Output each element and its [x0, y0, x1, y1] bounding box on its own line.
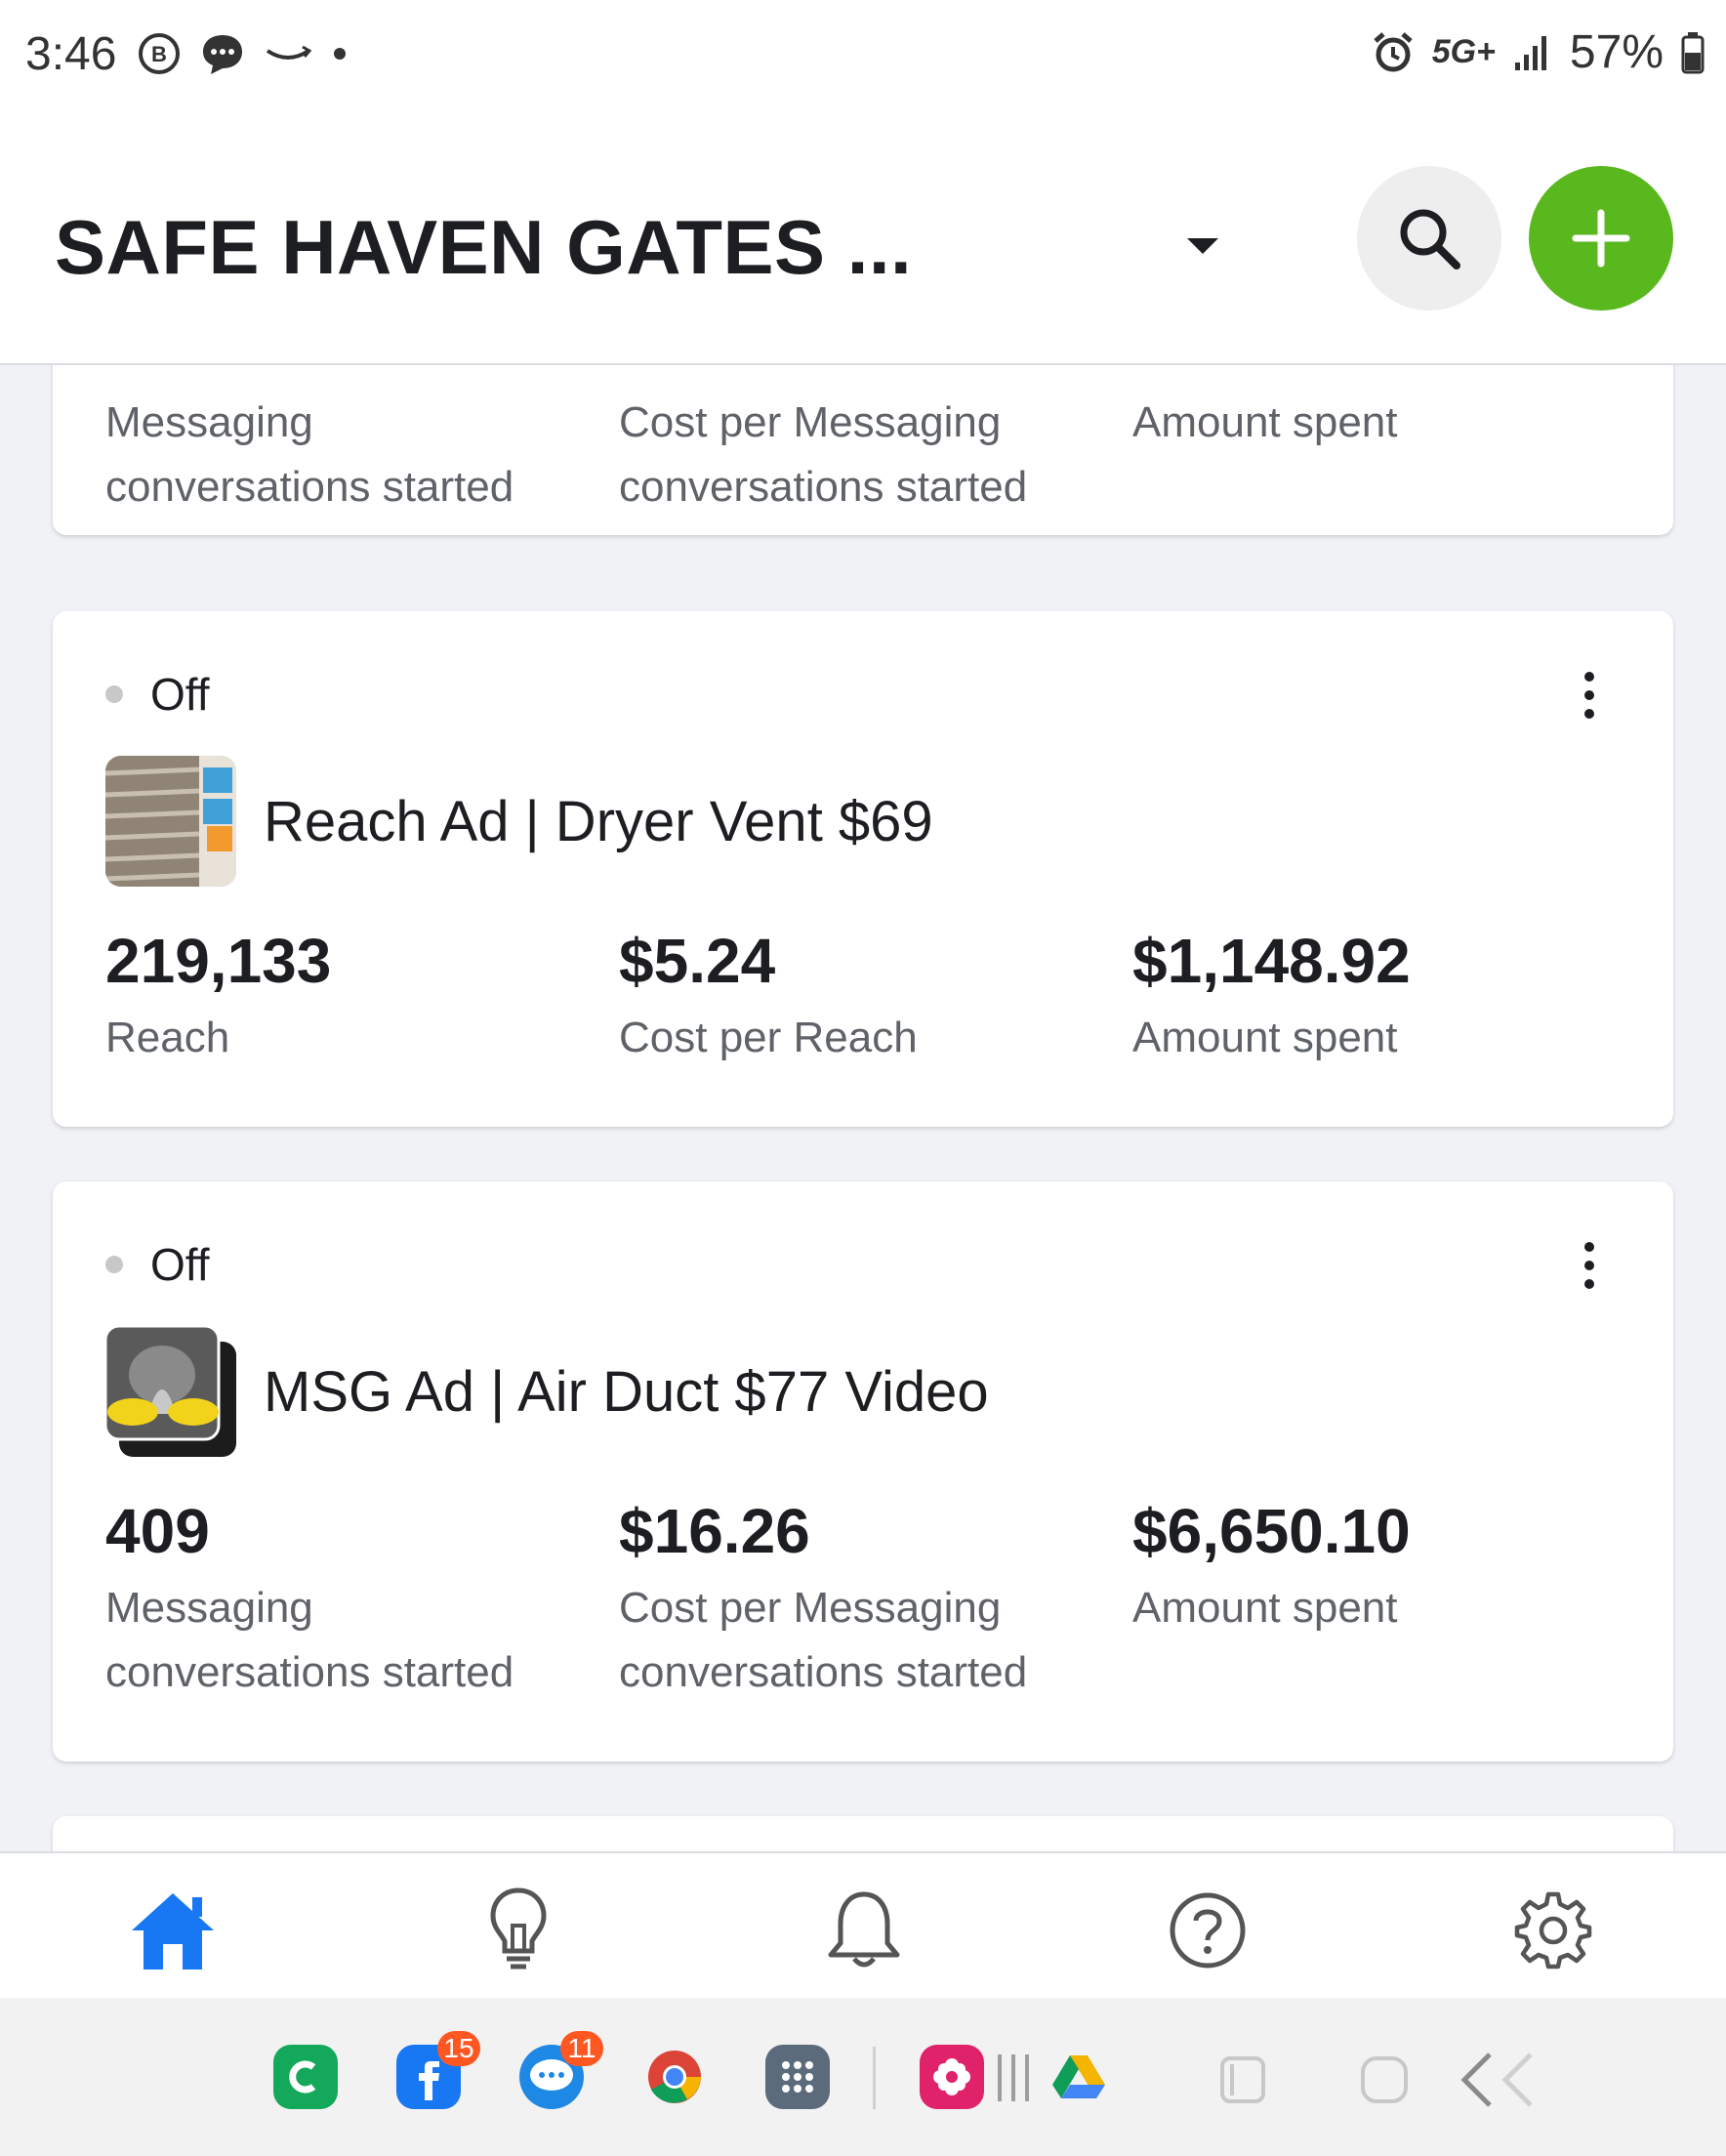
metric-spent: $6,650.10 Amount spent	[1132, 1494, 1601, 1640]
more-options-icon[interactable]	[1580, 672, 1599, 719]
metric-label: conversations started	[619, 1648, 1028, 1696]
metric-label: conversations started	[105, 463, 514, 511]
status-bar: 3:46 B 5G+ 57%	[0, 0, 1726, 109]
metric-label: Cost per Messaging	[619, 1584, 1002, 1632]
plus-icon	[1572, 209, 1630, 268]
lightbulb-icon	[490, 1887, 547, 1969]
metric-cost: Cost per Messaging conversations started	[619, 391, 1088, 519]
metric-label: conversations started	[105, 1648, 514, 1696]
metric-spent: Amount spent	[1132, 391, 1601, 455]
nav-help[interactable]	[1164, 1886, 1252, 1974]
search-button[interactable]	[1357, 166, 1501, 311]
back-icon[interactable]	[1457, 2051, 1544, 2109]
network-type: 5G+	[1431, 33, 1496, 70]
amazon-icon	[266, 45, 312, 60]
flower-app[interactable]	[920, 2045, 984, 2109]
ad-card[interactable]	[53, 1816, 1673, 1851]
status-label: Off	[150, 669, 210, 720]
metric-cost: $16.26 Cost per Messaging conversations …	[619, 1494, 1088, 1705]
metric-messaging: Messaging conversations started	[105, 391, 574, 519]
alarm-icon	[1374, 31, 1413, 71]
ad-thumbnail	[105, 756, 236, 887]
metric-spent: $1,148.92 Amount spent	[1132, 924, 1601, 1070]
add-button[interactable]	[1529, 166, 1673, 311]
ad-status: Off	[105, 668, 210, 721]
app-launcher-green[interactable]	[273, 2045, 338, 2109]
gear-icon	[1514, 1891, 1592, 1969]
search-icon	[1400, 209, 1460, 270]
home-button-icon[interactable]	[1359, 2054, 1410, 2105]
metric-label: Cost per Reach	[619, 1014, 918, 1061]
battery-icon	[1681, 31, 1705, 73]
status-label: Off	[150, 1239, 210, 1290]
metric-value: 219,133	[105, 926, 332, 996]
google-drive-icon	[1052, 2055, 1105, 2098]
metric-reach: 219,133 Reach	[105, 924, 574, 1070]
dock-divider	[873, 2047, 876, 2109]
signal-icon	[1514, 35, 1546, 70]
help-icon	[1170, 1892, 1246, 1969]
metric-label: Reach	[105, 1014, 230, 1061]
metric-label: Messaging	[105, 1584, 313, 1632]
taskbar: 15 11	[0, 1998, 1726, 2156]
more-options-icon[interactable]	[1580, 1242, 1599, 1289]
recent-apps-icon[interactable]	[1218, 2054, 1267, 2105]
app-grid-icon	[782, 2061, 813, 2093]
recents-bars-icon	[998, 2054, 1029, 2101]
metric-value: $1,148.92	[1132, 926, 1411, 996]
status-dot	[105, 1256, 123, 1273]
svg-text:B: B	[151, 42, 167, 66]
metric-value: 409	[105, 1496, 210, 1566]
ads-list[interactable]: Messaging conversations started Cost per…	[0, 365, 1726, 1851]
home-icon	[132, 1893, 214, 1969]
more-notifications-icon	[334, 48, 346, 60]
ad-thumbnail	[103, 1324, 236, 1457]
metric-label: Amount spent	[1132, 398, 1398, 446]
ad-title-row[interactable]: Reach Ad | Dryer Vent $69	[105, 756, 933, 887]
drive-app[interactable]	[1047, 2045, 1111, 2109]
app-header: SAFE HAVEN GATES ...	[0, 109, 1726, 365]
metric-messaging: 409 Messaging conversations started	[105, 1494, 574, 1705]
status-time: 3:46	[25, 28, 117, 80]
chrome-icon	[648, 2051, 701, 2103]
metric-label: conversations started	[619, 463, 1028, 511]
ad-name[interactable]: Reach Ad | Dryer Vent $69	[264, 789, 933, 854]
nav-notifications[interactable]	[820, 1886, 908, 1974]
battery-percent: 57%	[1569, 26, 1664, 78]
bell-icon	[828, 1891, 900, 1968]
messages-app[interactable]: 11	[519, 2031, 603, 2109]
nav-settings[interactable]	[1509, 1886, 1597, 1974]
contact-app-icon	[289, 2060, 316, 2094]
ad-name[interactable]: MSG Ad | Air Duct $77 Video	[264, 1359, 989, 1425]
bottom-nav	[0, 1851, 1726, 1998]
metric-value: $16.26	[619, 1496, 810, 1566]
ad-card[interactable]: Off MSG Ad | Air Duct $77 Video 409 Mess…	[53, 1182, 1673, 1762]
metric-label: Messaging	[105, 398, 313, 446]
metric-value: $6,650.10	[1132, 1496, 1411, 1566]
facebook-app[interactable]: 15	[396, 2031, 480, 2109]
notification-badge: 15	[437, 2031, 480, 2066]
metric-label: Cost per Messaging	[619, 398, 1002, 446]
metric-label: Amount spent	[1132, 1014, 1398, 1061]
metric-value: $5.24	[619, 926, 776, 996]
nav-home[interactable]	[129, 1886, 217, 1974]
notification-icons: B	[137, 31, 349, 76]
nav-insights[interactable]	[474, 1886, 562, 1974]
apps-drawer[interactable]	[765, 2045, 830, 2109]
ad-status: Off	[105, 1238, 210, 1291]
chrome-app[interactable]	[642, 2045, 707, 2109]
account-title[interactable]: SAFE HAVEN GATES ...	[55, 203, 912, 292]
notification-badge: 11	[560, 2031, 603, 2066]
business-icon: B	[139, 33, 180, 74]
metric-label: Amount spent	[1132, 1584, 1398, 1632]
ad-card[interactable]: Off Reach Ad | Dryer Vent $69 219,133 Re…	[53, 611, 1673, 1127]
ad-title-row[interactable]: MSG Ad | Air Duct $77 Video	[103, 1324, 989, 1457]
chevron-down-icon[interactable]	[1183, 227, 1222, 266]
metric-cost: $5.24 Cost per Reach	[619, 924, 1088, 1070]
ad-card[interactable]: Messaging conversations started Cost per…	[53, 365, 1673, 535]
status-dot	[105, 685, 123, 703]
flower-icon	[933, 2058, 970, 2095]
system-status: 5G+ 57%	[1372, 25, 1705, 79]
chat-icon	[203, 35, 242, 74]
